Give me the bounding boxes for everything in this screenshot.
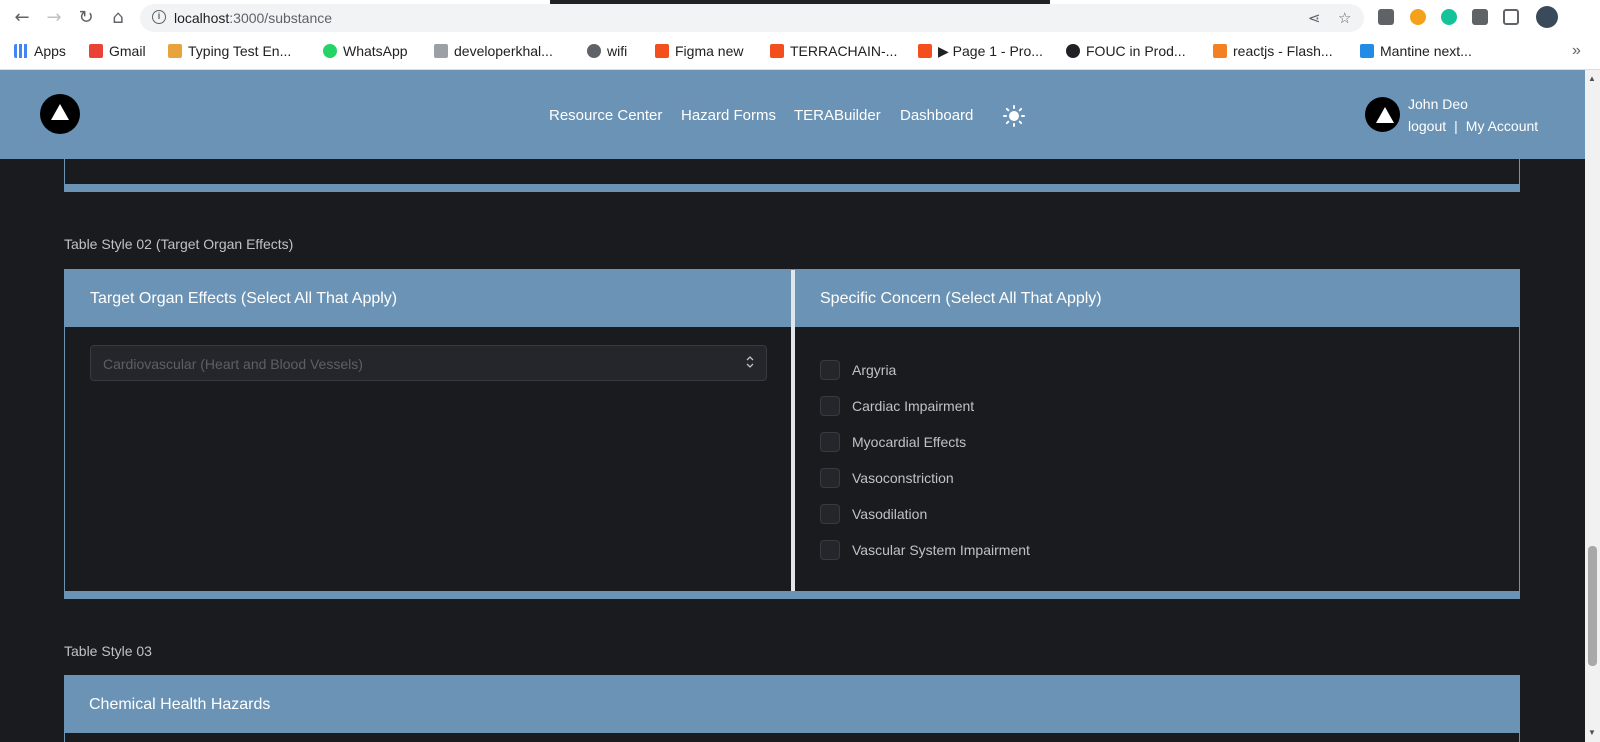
nav-resource-center[interactable]: Resource Center [549, 107, 662, 124]
bookmark-fouc[interactable]: FOUC in Prod... [1066, 43, 1186, 59]
checkbox[interactable] [820, 396, 840, 416]
checkbox[interactable] [820, 432, 840, 452]
user-name: John Deo [1408, 96, 1468, 112]
bookmark-developerkhal[interactable]: developerkhal... [434, 43, 553, 59]
whatsapp-icon [323, 44, 337, 58]
checkbox-label[interactable]: Vasodilation [852, 506, 927, 522]
figma-icon [770, 44, 784, 58]
share-icon[interactable]: ⋖ [1308, 9, 1321, 27]
globe-icon [587, 44, 601, 58]
scroll-thumb[interactable] [1588, 546, 1597, 666]
checkbox[interactable] [820, 468, 840, 488]
bookmark-gmail[interactable]: Gmail [89, 43, 146, 59]
apps-grid-icon [14, 44, 28, 58]
figma-icon [655, 44, 669, 58]
reload-icon[interactable]: ↻ [76, 8, 96, 28]
profile-avatar[interactable] [1536, 6, 1558, 28]
home-icon[interactable]: ⌂ [108, 8, 128, 28]
checkbox[interactable] [820, 504, 840, 524]
scroll-up-icon[interactable]: ▲ [1588, 74, 1596, 83]
stackoverflow-icon [1213, 44, 1227, 58]
bookmark-typing-test[interactable]: Typing Test En... [168, 43, 291, 59]
section-label-style03: Table Style 03 [64, 643, 152, 659]
table-bottom-bar [64, 591, 1520, 599]
forward-icon[interactable]: → [44, 8, 64, 28]
target-organ-select[interactable]: Cardiovascular (Heart and Blood Vessels) [90, 345, 767, 381]
user-avatar[interactable] [1365, 97, 1400, 132]
section-label-style02: Table Style 02 (Target Organ Effects) [64, 236, 294, 252]
checkbox[interactable] [820, 360, 840, 380]
checkbox-label[interactable]: Myocardial Effects [852, 434, 966, 450]
bookmark-mantine[interactable]: Mantine next... [1360, 43, 1472, 59]
theme-toggle-sun-icon[interactable] [1003, 105, 1025, 127]
bookmarks-bar: Apps Gmail Typing Test En... WhatsApp de… [0, 35, 1600, 70]
bookmark-star-icon[interactable]: ☆ [1338, 9, 1351, 27]
select-chevron-icon [746, 356, 754, 368]
table-bottom-bar [64, 184, 1520, 192]
bookmark-reactjs[interactable]: reactjs - Flash... [1213, 43, 1333, 59]
nav-terabuilder[interactable]: TERABuilder [794, 107, 881, 124]
bookmark-page1[interactable]: ▶ Page 1 - Pro... [918, 43, 1043, 60]
nav-hazard-forms[interactable]: Hazard Forms [681, 107, 776, 124]
figma-icon [918, 44, 932, 58]
address-bar[interactable]: i localhost:3000/substance ⋖ ☆ [140, 4, 1364, 32]
side-panel-icon[interactable] [1503, 9, 1519, 25]
column-header-target-organ: Target Organ Effects (Select All That Ap… [90, 290, 398, 307]
logout-link[interactable]: logout [1408, 118, 1446, 134]
user-links: logout | My Account [1408, 118, 1538, 134]
table-header-chemical-health-hazards: Chemical Health Hazards [89, 696, 271, 713]
dev-icon [434, 44, 448, 58]
nav-dashboard[interactable]: Dashboard [900, 107, 973, 124]
select-value: Cardiovascular (Heart and Blood Vessels) [103, 356, 363, 372]
bookmarks-overflow-icon[interactable]: » [1572, 42, 1581, 60]
page-scrollbar[interactable]: ▲ ▼ [1585, 70, 1600, 742]
bookmark-figma-new[interactable]: Figma new [655, 43, 743, 59]
bookmark-terrachain[interactable]: TERRACHAIN-... [770, 43, 897, 59]
checkbox[interactable] [820, 540, 840, 560]
back-icon[interactable]: ← [12, 8, 32, 28]
previous-table-bottom [64, 159, 1520, 192]
typing-test-icon [168, 44, 182, 58]
site-info-icon[interactable]: i [152, 10, 166, 24]
github-icon [1066, 44, 1080, 58]
chemical-health-hazards-table-header: Chemical Health Hazards [64, 675, 1520, 742]
column-header-specific-concern: Specific Concern (Select All That Apply) [820, 290, 1102, 307]
app-header: Resource Center Hazard Forms TERABuilder… [0, 70, 1585, 159]
checkbox-label[interactable]: Vascular System Impairment [852, 542, 1030, 558]
app-logo[interactable] [40, 94, 80, 134]
url-text: localhost:3000/substance [174, 10, 333, 26]
puzzle-extensions-icon[interactable] [1472, 9, 1488, 25]
extension-icon[interactable] [1441, 9, 1457, 25]
bookmark-apps[interactable]: Apps [14, 43, 66, 59]
link-separator: | [1454, 118, 1458, 134]
extension-icon[interactable] [1410, 9, 1426, 25]
column-divider [791, 270, 795, 591]
table-body-start [64, 733, 1520, 742]
extension-icon[interactable] [1378, 9, 1394, 25]
browser-toolbar: ← → ↻ ⌂ i localhost:3000/substance ⋖ ☆ [0, 0, 1600, 35]
checkbox-label[interactable]: Cardiac Impairment [852, 398, 974, 414]
checkbox-label[interactable]: Argyria [852, 362, 896, 378]
target-organ-table: Target Organ Effects (Select All That Ap… [64, 269, 1520, 599]
my-account-link[interactable]: My Account [1466, 118, 1538, 134]
bookmark-wifi[interactable]: wifi [587, 43, 627, 59]
react-icon [1360, 44, 1374, 58]
gmail-icon [89, 44, 103, 58]
scroll-down-icon[interactable]: ▼ [1588, 728, 1596, 737]
bookmark-whatsapp[interactable]: WhatsApp [323, 43, 408, 59]
checkbox-label[interactable]: Vasoconstriction [852, 470, 954, 486]
